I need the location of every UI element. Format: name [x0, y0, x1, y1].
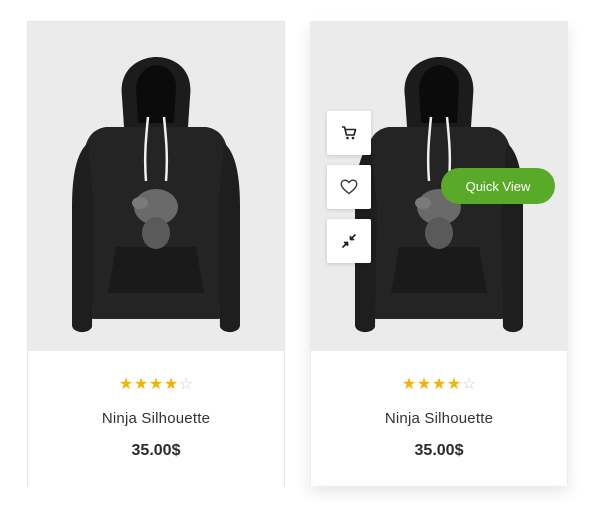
- product-price: 35.00$: [131, 442, 181, 459]
- cart-icon: [342, 126, 357, 140]
- star-full-icon: ★: [133, 376, 149, 393]
- product-title[interactable]: Ninja Silhouette: [311, 410, 567, 427]
- product-image-area[interactable]: Quick View: [311, 22, 567, 351]
- star-full-icon: ★: [148, 376, 164, 393]
- product-image-area[interactable]: [28, 22, 284, 351]
- hoodie-image: [70, 55, 242, 334]
- wishlist-button[interactable]: [327, 165, 371, 209]
- star-full-icon: ★: [163, 376, 179, 393]
- star-full-icon: ★: [118, 376, 134, 393]
- product-card[interactable]: Quick View ★★★★☆ Ninja Silhouette 35.00$: [310, 21, 568, 486]
- product-info: ★★★★☆ Ninja Silhouette 35.00$: [311, 351, 567, 486]
- compare-button[interactable]: [327, 219, 371, 263]
- product-info: ★★★★☆ Ninja Silhouette 35.00$: [28, 351, 284, 486]
- rating-stars: ★★★★☆: [311, 377, 567, 393]
- heart-icon: [340, 179, 358, 195]
- add-to-cart-button[interactable]: [327, 111, 371, 155]
- star-full-icon: ★: [416, 376, 432, 393]
- quick-view-button[interactable]: Quick View: [441, 168, 555, 204]
- star-full-icon: ★: [431, 376, 447, 393]
- star-full-icon: ★: [401, 376, 417, 393]
- star-empty-icon: ☆: [461, 376, 477, 393]
- compare-arrows-icon: [342, 234, 356, 248]
- product-price: 35.00$: [414, 442, 464, 459]
- star-empty-icon: ☆: [178, 376, 194, 393]
- star-full-icon: ★: [446, 376, 462, 393]
- product-title[interactable]: Ninja Silhouette: [28, 410, 284, 427]
- rating-stars: ★★★★☆: [28, 377, 284, 393]
- product-card[interactable]: ★★★★☆ Ninja Silhouette 35.00$: [27, 21, 285, 486]
